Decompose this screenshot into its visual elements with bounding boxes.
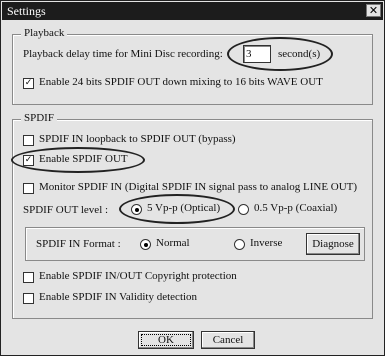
inverse-radio[interactable] xyxy=(234,239,245,250)
loopback-checkbox[interactable] xyxy=(23,135,34,146)
delay-label: Playback delay time for Mini Disc record… xyxy=(23,48,223,60)
in-format-panel: SPDIF IN Format : Normal Inverse Diagnos… xyxy=(25,227,365,261)
downmix-checkbox[interactable]: ✓ xyxy=(23,78,34,89)
monitor-label: Monitor SPDIF IN (Digital SPDIF IN signa… xyxy=(39,181,358,193)
diagnose-button[interactable]: Diagnose xyxy=(306,233,360,255)
spdif-legend: SPDIF xyxy=(21,112,57,124)
cancel-button[interactable]: Cancel xyxy=(201,331,255,349)
out-level-label: SPDIF OUT level : xyxy=(23,204,109,216)
playback-legend: Playback xyxy=(21,27,68,39)
monitor-checkbox[interactable] xyxy=(23,183,34,194)
validity-label: Enable SPDIF IN Validity detection xyxy=(39,291,198,303)
title-bar: Settings ✕ xyxy=(2,2,383,20)
highlight-ellipse xyxy=(11,147,145,173)
playback-group: Playback Playback delay time for Mini Di… xyxy=(12,27,373,105)
coaxial-radio[interactable] xyxy=(238,204,249,215)
downmix-label: Enable 24 bits SPDIF OUT down mixing to … xyxy=(39,76,323,88)
validity-checkbox[interactable] xyxy=(23,293,34,304)
dialog-title: Settings xyxy=(7,4,46,18)
spdif-group: SPDIF SPDIF IN loopback to SPDIF OUT (by… xyxy=(11,112,373,319)
highlight-ellipse xyxy=(119,194,235,224)
ok-button[interactable]: OK xyxy=(138,331,194,349)
settings-dialog: Settings ✕ Playback Playback delay time … xyxy=(0,0,385,356)
normal-label: Normal xyxy=(156,237,190,249)
close-icon[interactable]: ✕ xyxy=(366,4,381,17)
check-icon: ✓ xyxy=(24,78,33,88)
normal-radio[interactable] xyxy=(140,239,151,250)
coaxial-label: 0.5 Vp-p (Coaxial) xyxy=(254,202,338,214)
in-format-label: SPDIF IN Format : xyxy=(36,238,121,250)
inverse-label: Inverse xyxy=(250,237,283,249)
copyright-checkbox[interactable] xyxy=(23,272,34,283)
copyright-label: Enable SPDIF IN/OUT Copyright protection xyxy=(39,270,237,282)
highlight-ellipse xyxy=(227,37,333,71)
loopback-label: SPDIF IN loopback to SPDIF OUT (bypass) xyxy=(39,133,236,145)
